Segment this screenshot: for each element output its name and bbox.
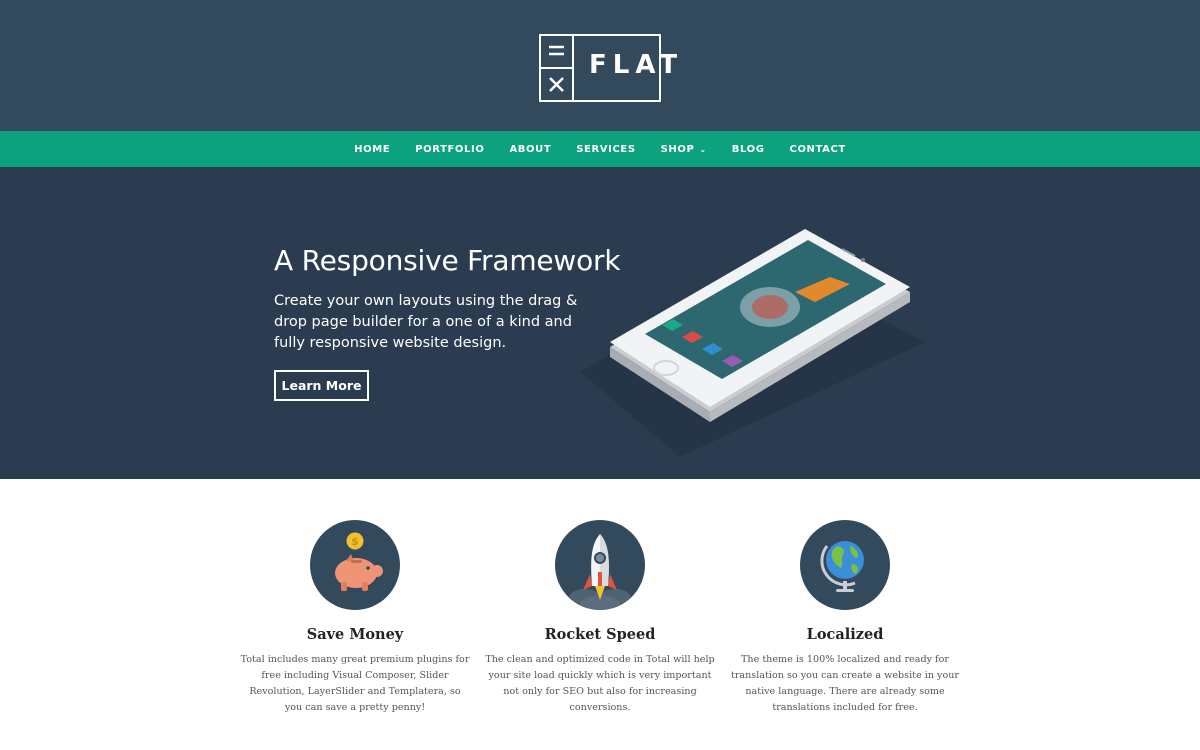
smartphone-illustration [580, 229, 925, 457]
feature-save-money: $ Save Money Total includes many great p… [240, 520, 470, 716]
nav-item-about[interactable]: ABOUT [509, 144, 551, 155]
nav-item-services[interactable]: SERVICES [576, 144, 635, 155]
hero-section: A Responsive Framework Create your own l… [0, 167, 1200, 479]
nav-item-label: BLOG [731, 143, 765, 155]
nav-item-label: HOME [354, 143, 391, 155]
nav-item-contact[interactable]: CONTACT [790, 144, 846, 155]
feature-description: The theme is 100% localized and ready fo… [730, 654, 960, 713]
hero-title: A Responsive Framework [274, 244, 621, 277]
site-header: FLAT [0, 0, 1200, 131]
nav-item-portfolio[interactable]: PORTFOLIO [415, 144, 484, 155]
feature-localized: Localized The theme is 100% localized an… [730, 520, 960, 716]
hero-text: Create your own layouts using the drag &… [274, 293, 578, 351]
feature-rocket-speed: Rocket Speed The clean and optimized cod… [485, 520, 715, 716]
logo-text[interactable]: FLAT [589, 52, 683, 78]
nav-item-shop[interactable]: SHOP ⌄ [661, 144, 707, 155]
nav-item-label: ABOUT [509, 143, 552, 155]
nav-item-blog[interactable]: BLOG [732, 144, 765, 155]
feature-title: Rocket Speed [544, 626, 656, 643]
svg-text:$: $ [351, 535, 359, 548]
feature-title: Save Money [306, 626, 404, 643]
feature-description: The clean and optimized code in Total wi… [485, 654, 715, 713]
globe-icon [800, 520, 890, 610]
feature-description: Total includes many great premium plugin… [240, 654, 470, 713]
chevron-down-icon: ⌄ [699, 144, 707, 154]
nav-item-label: CONTACT [789, 143, 846, 155]
learn-more-button[interactable]: Learn More [274, 370, 369, 401]
nav-item-label: SERVICES [576, 143, 636, 155]
feature-title: Localized [806, 626, 884, 643]
main-nav: HOME PORTFOLIO ABOUT SERVICES SHOP ⌄ BLOG… [0, 131, 1200, 167]
piggy-bank-icon: $ [310, 520, 400, 610]
nav-item-home[interactable]: HOME [354, 144, 390, 155]
nav-item-label: SHOP [660, 143, 695, 155]
nav-item-label: PORTFOLIO [415, 143, 485, 155]
rocket-icon [555, 520, 645, 610]
